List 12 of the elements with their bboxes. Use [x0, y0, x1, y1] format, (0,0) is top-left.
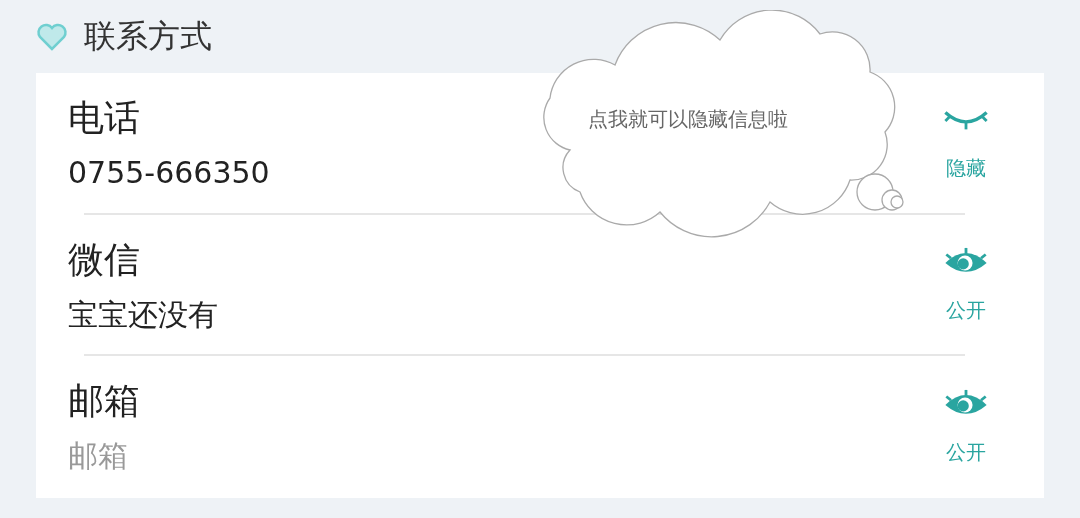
section-title: 联系方式 — [84, 15, 212, 57]
field-label: 邮箱 — [68, 380, 140, 423]
field-value: 宝宝还没有 — [68, 296, 218, 333]
field-value: 0755-666350 — [68, 154, 270, 191]
visibility-toggle[interactable]: 隐藏 — [942, 105, 990, 183]
visibility-toggle[interactable]: 公开 — [942, 247, 990, 324]
tooltip-text: 点我就可以隐藏信息啦 — [588, 106, 788, 133]
field-label: 微信 — [68, 238, 140, 281]
email-field[interactable]: 邮箱 — [68, 438, 208, 475]
field-label: 电话 — [68, 96, 140, 139]
visibility-toggle[interactable]: 公开 — [942, 388, 990, 466]
heart-icon — [36, 22, 68, 51]
